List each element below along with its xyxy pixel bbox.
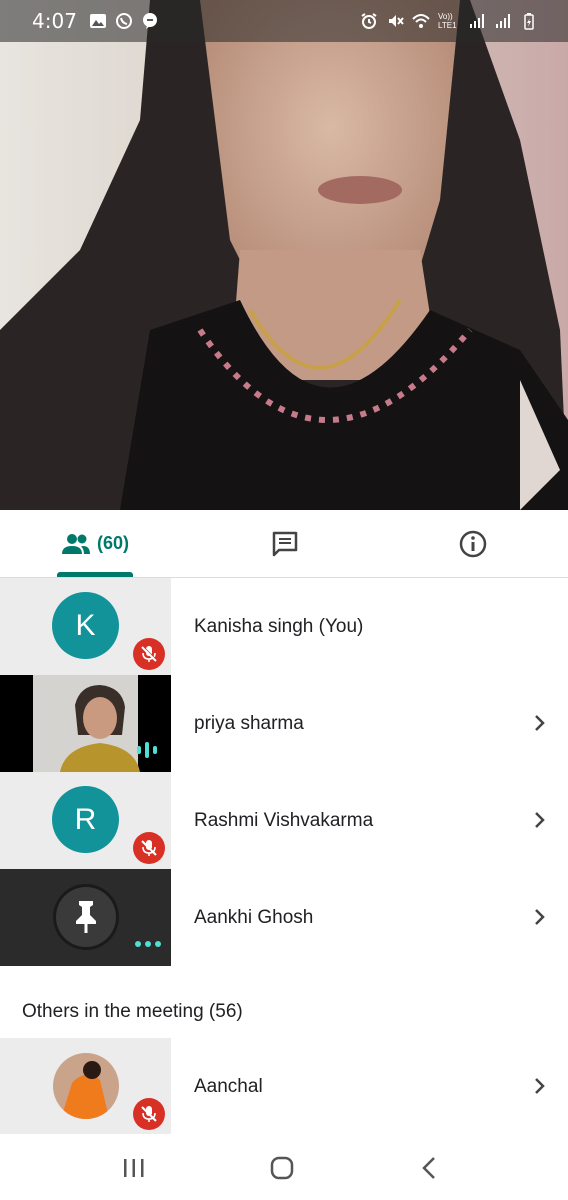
participant-name: Rashmi Vishvakarma — [194, 809, 374, 831]
chevron-right-icon[interactable] — [530, 810, 550, 830]
video-frame-image — [0, 0, 568, 510]
battery-icon — [524, 13, 534, 30]
home-button[interactable] — [262, 1148, 302, 1188]
gallery-icon — [89, 14, 106, 28]
home-icon — [270, 1156, 294, 1180]
mic-off-icon — [133, 832, 165, 864]
active-tab-indicator — [57, 572, 133, 577]
signal-icon — [470, 14, 484, 28]
navigation-bar — [0, 1134, 568, 1200]
speaking-indicator-icon — [137, 742, 157, 758]
participant-name: Aankhi Ghosh — [194, 906, 314, 928]
mic-off-icon — [133, 1098, 165, 1130]
recent-apps-icon — [124, 1159, 144, 1177]
participant-tile: K — [0, 578, 171, 675]
tab-chat[interactable] — [255, 510, 315, 577]
volte-label: Vo)) LTE1 — [438, 12, 457, 30]
whatsapp-icon — [115, 13, 132, 29]
participant-row[interactable]: R Rashmi Vishvakarma — [0, 772, 568, 869]
avatar: R — [52, 786, 119, 853]
tab-people[interactable]: (60) — [57, 510, 133, 577]
people-icon — [61, 533, 90, 554]
participant-tile: R — [0, 772, 171, 869]
main-video-feed[interactable] — [0, 0, 568, 510]
info-icon — [459, 530, 487, 557]
tab-info[interactable] — [443, 510, 503, 577]
participant-name: Kanisha singh (You) — [194, 615, 364, 637]
more-dots-icon — [135, 941, 161, 947]
alarm-icon — [361, 13, 377, 29]
participant-tile — [0, 1038, 171, 1135]
others-heading: Others in the meeting (56) — [22, 1001, 243, 1022]
avatar: K — [52, 592, 119, 659]
participant-row[interactable]: Aankhi Ghosh — [0, 869, 568, 966]
status-time: 4:07 — [32, 9, 77, 33]
back-icon — [422, 1157, 435, 1179]
status-bar: 4:07 Vo)) LTE1 — [0, 0, 568, 42]
participant-name: Aanchal — [194, 1075, 263, 1097]
people-count: (60) — [96, 533, 129, 553]
chevron-right-icon[interactable] — [530, 713, 550, 733]
participant-row[interactable]: priya sharma — [0, 675, 568, 772]
participant-tile — [0, 869, 171, 966]
chevron-right-icon[interactable] — [530, 1076, 550, 1096]
recent-apps-button[interactable] — [114, 1148, 154, 1188]
chat-icon — [272, 531, 298, 556]
participant-tile — [0, 675, 171, 772]
participant-name: priya sharma — [194, 712, 304, 734]
participant-row[interactable]: K Kanisha singh (You) — [0, 578, 568, 675]
pin-icon — [76, 901, 96, 933]
back-button[interactable] — [410, 1148, 450, 1188]
tab-bar: (60) — [0, 510, 568, 578]
mute-icon — [389, 15, 404, 27]
signal-icon — [496, 14, 510, 28]
chevron-right-icon[interactable] — [530, 907, 550, 927]
wifi-icon — [412, 14, 430, 28]
chat-icon — [142, 13, 157, 29]
mic-off-icon — [133, 638, 165, 670]
participant-row[interactable]: Aanchal — [0, 1038, 568, 1135]
